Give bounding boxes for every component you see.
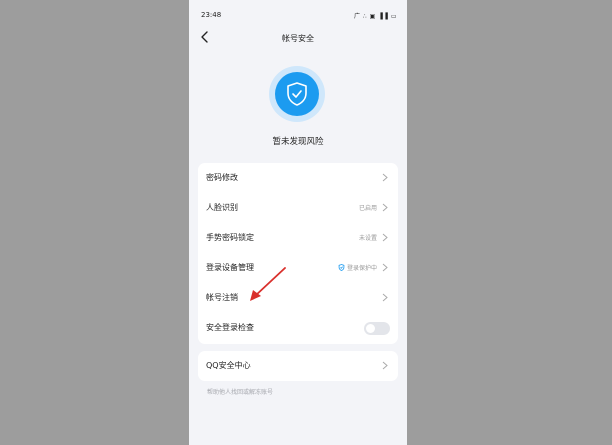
row-label: 登录设备管理 [206,263,254,272]
settings-row-device-management[interactable]: 登录设备管理 登录保护中 [198,253,398,283]
nav-bar: 帐号安全 [189,28,407,48]
row-label: QQ安全中心 [206,361,251,370]
settings-row-secure-login-check: 安全登录检查 [198,313,398,343]
secure-login-toggle[interactable] [364,322,390,335]
chevron-right-icon [382,263,388,272]
security-badge [269,66,325,122]
chevron-right-icon [382,173,388,182]
row-status-protected: 登录保护中 [338,263,377,272]
status-bar: 23:48 广 ∴ ▣ ▐▐ ▭ [189,0,407,28]
settings-row-account-cancel[interactable]: 帐号注销 [198,283,398,313]
chevron-right-icon [382,203,388,212]
row-status-text: 登录保护中 [346,265,377,272]
shield-check-icon [287,82,307,106]
settings-row-gesture-lock[interactable]: 手势密码锁定 未设置 [198,223,398,253]
toggle-knob [366,324,375,333]
row-label: 人脸识别 [206,203,238,212]
shield-small-icon [338,264,345,271]
status-time: 23:48 [201,11,222,19]
risk-status-text: 暂未发现风险 [272,137,324,147]
row-label: 密码修改 [206,173,238,182]
qq-security-center-card[interactable]: QQ安全中心 [198,351,398,381]
page-title: 帐号安全 [282,34,314,43]
phone-screen: 23:48 广 ∴ ▣ ▐▐ ▭ 帐号安全 暂未发现风险 密码修改 人脸识别 已… [189,0,407,445]
settings-row-face-recognition[interactable]: 人脸识别 已启用 [198,193,398,223]
chevron-right-icon [382,233,388,242]
row-status: 已启用 [358,205,377,212]
security-badge-core [275,72,319,116]
row-status: 未设置 [358,235,377,242]
row-label: 手势密码锁定 [206,233,254,242]
row-label: 帐号注销 [206,293,238,302]
status-icons: 广 ∴ ▣ ▐▐ ▭ [353,13,397,20]
settings-row-password[interactable]: 密码修改 [198,163,398,193]
chevron-right-icon [382,361,388,370]
chevron-right-icon [382,293,388,302]
qq-center-hint: 帮助他人找回或解冻账号 [207,389,274,396]
settings-card: 密码修改 人脸识别 已启用 手势密码锁定 未设置 登录设备管理 登录保护中 帐号… [198,163,398,344]
row-label: 安全登录检查 [206,323,254,332]
